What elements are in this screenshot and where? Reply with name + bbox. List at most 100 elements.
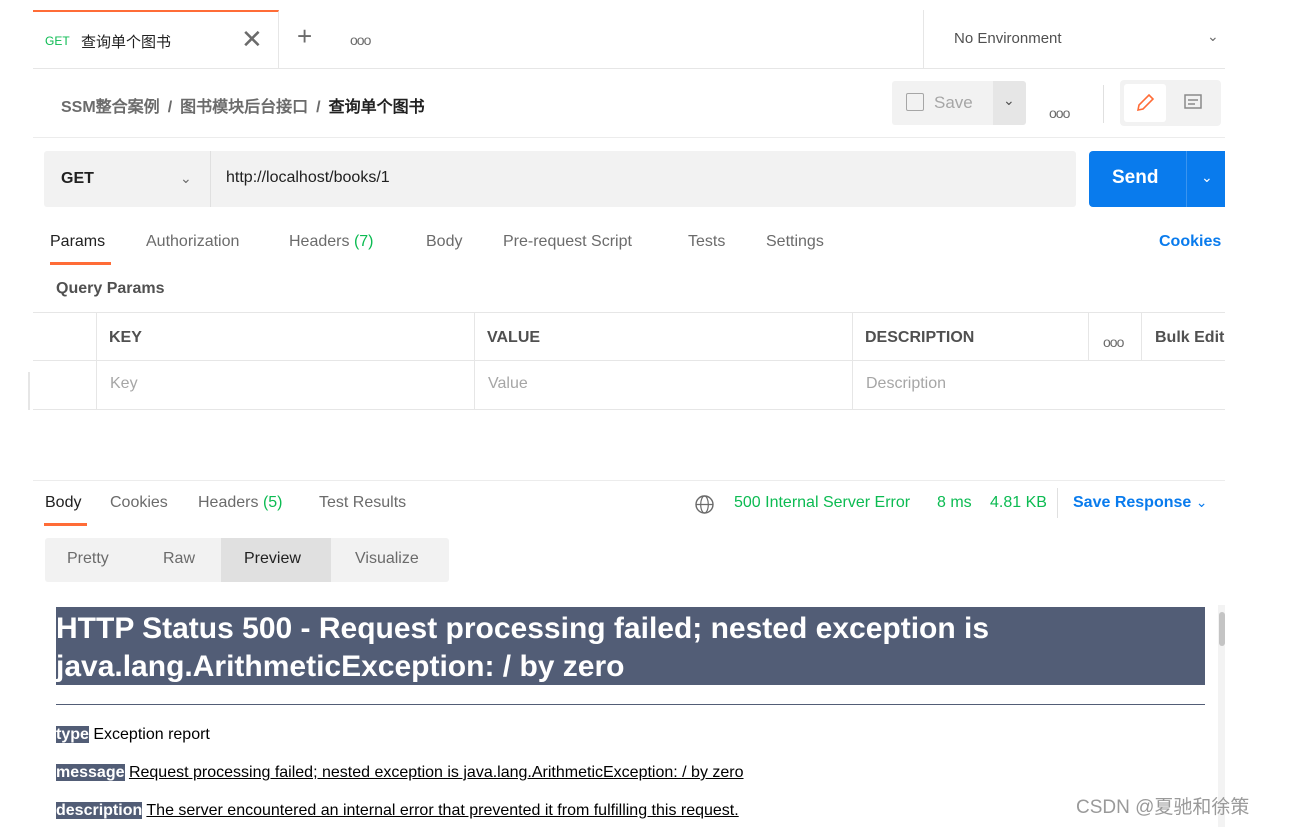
divider xyxy=(1103,85,1104,123)
horizontal-rule xyxy=(56,704,1205,705)
response-tab-headers[interactable]: Headers (5) xyxy=(198,494,283,512)
type-label: type xyxy=(56,726,89,743)
response-tab-test-results[interactable]: Test Results xyxy=(319,494,406,512)
url-input[interactable]: http://localhost/books/1 xyxy=(226,169,390,187)
view-preview[interactable]: Preview xyxy=(244,550,301,568)
view-mode-group: Pretty Raw Preview Visualize xyxy=(45,538,449,582)
column-divider xyxy=(1141,313,1142,361)
breadcrumb-separator: / xyxy=(316,99,321,116)
column-divider xyxy=(852,313,853,409)
value-input[interactable]: Value xyxy=(488,375,528,393)
column-divider xyxy=(1088,313,1089,361)
breadcrumb-request[interactable]: 查询单个图书 xyxy=(329,99,425,116)
breadcrumb: SSM整合案例 / 图书模块后台接口 / 查询单个图书 xyxy=(61,93,425,117)
save-label: Save xyxy=(934,93,973,112)
save-response-button[interactable]: Save Response ⌄ xyxy=(1073,494,1207,512)
column-header-description: DESCRIPTION xyxy=(865,329,975,346)
response-divider xyxy=(33,480,1225,481)
globe-icon[interactable] xyxy=(694,494,715,515)
tab-headers-count: (7) xyxy=(353,233,374,250)
breadcrumb-collection[interactable]: SSM整合案例 xyxy=(61,99,160,116)
description-line: description The server encountered an in… xyxy=(56,802,739,820)
left-edge-marker xyxy=(28,372,30,410)
close-icon[interactable]: ✕ xyxy=(241,26,263,52)
error-heading: HTTP Status 500 - Request processing fai… xyxy=(56,612,990,683)
type-line: type Exception report xyxy=(56,726,210,744)
save-response-label: Save Response xyxy=(1073,494,1192,511)
comment-icon[interactable] xyxy=(1172,84,1214,122)
request-tab[interactable]: GET 查询单个图书 ✕ xyxy=(33,10,279,68)
new-tab-plus-icon[interactable]: + xyxy=(297,23,312,49)
tab-params[interactable]: Params xyxy=(50,233,105,251)
message-line: message Request processing failed; neste… xyxy=(56,764,744,782)
tabs-more-icon[interactable]: ooo xyxy=(350,32,371,48)
tab-bar: GET 查询单个图书 ✕ + ooo No Environment ⌄ xyxy=(33,10,1225,69)
response-size[interactable]: 4.81 KB xyxy=(990,494,1047,512)
response-headers-label: Headers xyxy=(198,494,259,511)
column-divider xyxy=(96,313,97,409)
tab-settings[interactable]: Settings xyxy=(766,233,824,251)
query-params-title: Query Params xyxy=(56,280,165,297)
response-headers-count: (5) xyxy=(262,494,283,511)
response-preview: HTTP Status 500 - Request processing fai… xyxy=(33,598,1225,827)
watermark: CSDN @夏驰和徐策 xyxy=(1076,797,1250,818)
view-visualize[interactable]: Visualize xyxy=(355,550,419,568)
description-label: description xyxy=(56,802,143,819)
save-options-button[interactable]: ⌄ xyxy=(993,81,1026,125)
tab-title: 查询单个图书 xyxy=(81,34,172,51)
edit-pencil-icon[interactable] xyxy=(1124,84,1166,122)
response-time[interactable]: 8 ms xyxy=(937,494,972,512)
cookies-link[interactable]: Cookies xyxy=(1159,233,1221,251)
breadcrumb-separator: / xyxy=(167,99,173,116)
view-pretty[interactable]: Pretty xyxy=(67,550,109,568)
tab-tests[interactable]: Tests xyxy=(688,233,725,251)
status-badge[interactable]: 500 Internal Server Error xyxy=(734,494,910,512)
chevron-down-icon: ⌄ xyxy=(1003,92,1015,108)
scrollbar-thumb[interactable] xyxy=(1219,612,1225,646)
tab-headers-label: Headers xyxy=(289,233,350,250)
tab-headers[interactable]: Headers (7) xyxy=(289,233,374,251)
breadcrumb-folder[interactable]: 图书模块后台接口 xyxy=(180,99,308,116)
columns-more-icon[interactable]: ooo xyxy=(1103,334,1124,350)
chevron-down-icon: ⌄ xyxy=(1207,28,1219,44)
send-button[interactable]: Send ⌄ xyxy=(1089,151,1225,207)
column-header-value: VALUE xyxy=(487,329,541,346)
chevron-down-icon: ⌄ xyxy=(1195,494,1208,510)
tab-authorization[interactable]: Authorization xyxy=(146,233,239,251)
divider xyxy=(1186,151,1187,207)
save-icon xyxy=(906,93,924,111)
request-more-icon[interactable]: ooo xyxy=(1049,105,1070,121)
save-button[interactable]: Save xyxy=(892,81,998,125)
column-header-key: KEY xyxy=(109,329,142,346)
tab-method-badge: GET xyxy=(45,34,70,48)
tab-body[interactable]: Body xyxy=(426,233,462,251)
method-select[interactable]: GET ⌄ xyxy=(44,151,211,207)
description-value: The server encountered an internal error… xyxy=(146,802,739,819)
view-raw[interactable]: Raw xyxy=(163,550,195,568)
tab-prerequest-script[interactable]: Pre-request Script xyxy=(503,233,632,251)
table-row-divider xyxy=(33,360,1225,361)
response-tab-cookies[interactable]: Cookies xyxy=(110,494,168,512)
type-value: Exception report xyxy=(93,726,210,743)
send-label: Send xyxy=(1112,167,1159,188)
environment-selector[interactable]: No Environment ⌄ xyxy=(923,10,1225,68)
active-tab-indicator xyxy=(44,523,87,526)
divider xyxy=(1057,488,1058,518)
postman-window: GET 查询单个图书 ✕ + ooo No Environment ⌄ SSM整… xyxy=(33,10,1225,827)
key-input[interactable]: Key xyxy=(110,375,138,393)
description-input[interactable]: Description xyxy=(866,375,946,393)
message-value: Request processing failed; nested except… xyxy=(128,764,744,781)
query-params-table: KEY VALUE DESCRIPTION ooo Bulk Edit Key … xyxy=(33,312,1225,410)
message-label: message xyxy=(56,764,125,781)
url-bar: GET ⌄ http://localhost/books/1 xyxy=(44,151,1076,207)
bulk-edit-button[interactable]: Bulk Edit xyxy=(1155,329,1224,347)
chevron-down-icon: ⌄ xyxy=(180,170,192,186)
method-value: GET xyxy=(61,170,94,187)
request-header: SSM整合案例 / 图书模块后台接口 / 查询单个图书 Save ⌄ ooo xyxy=(33,69,1225,138)
active-tab-indicator xyxy=(50,262,111,265)
environment-label: No Environment xyxy=(954,30,1062,47)
side-panel-toggle xyxy=(1120,80,1221,126)
response-tab-body[interactable]: Body xyxy=(45,494,81,512)
chevron-down-icon[interactable]: ⌄ xyxy=(1201,169,1213,186)
column-divider xyxy=(474,313,475,409)
